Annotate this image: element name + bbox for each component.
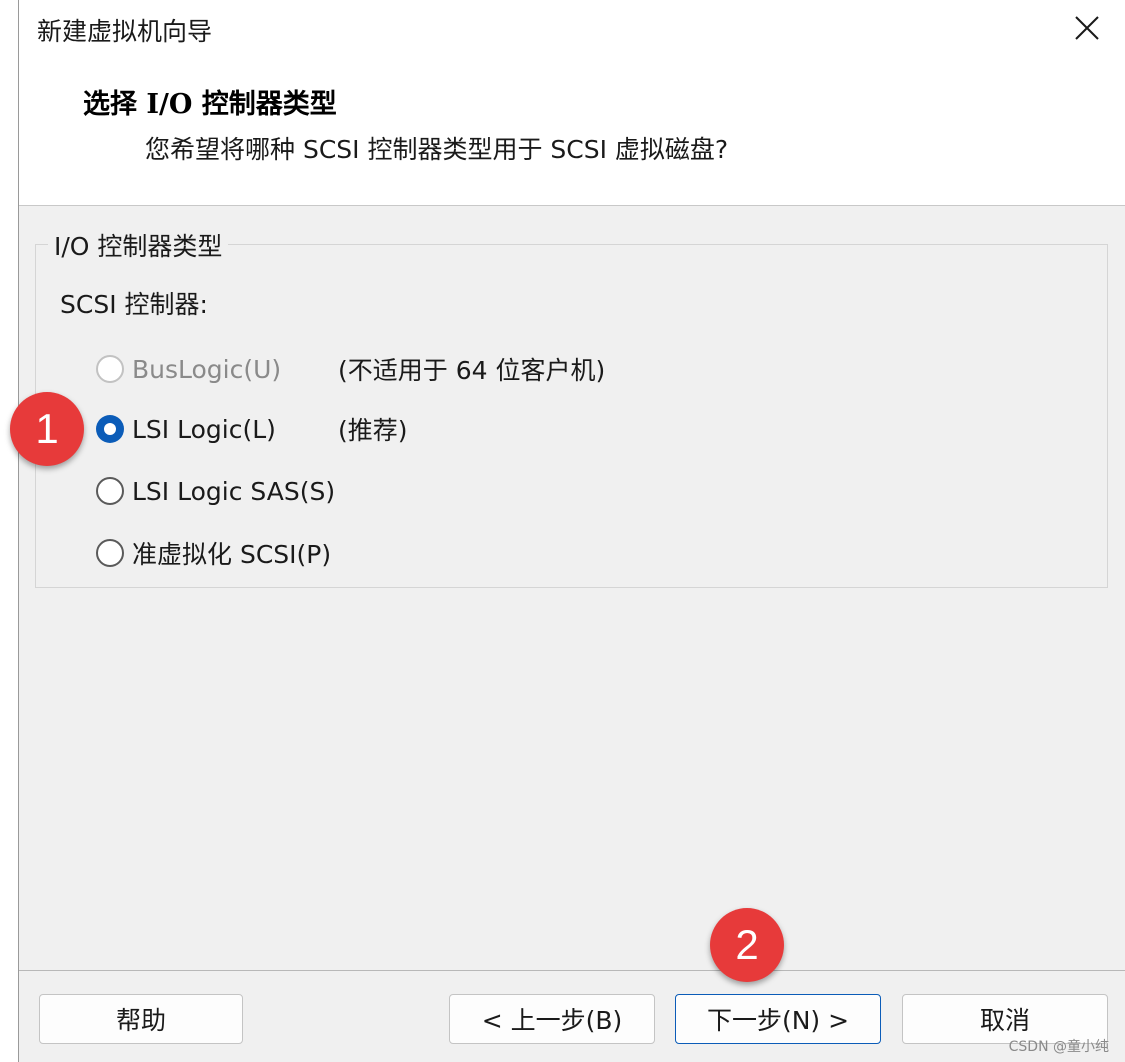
- close-icon: [1075, 16, 1099, 40]
- radio-button-icon: [96, 477, 124, 505]
- scsi-controller-label: SCSI 控制器:: [60, 290, 208, 319]
- footer-divider: [19, 970, 1125, 971]
- radio-paravirtual-scsi[interactable]: 准虚拟化 SCSI(P): [96, 535, 331, 571]
- window-title: 新建虚拟机向导: [37, 17, 213, 46]
- radio-note: (不适用于 64 位客户机): [338, 356, 606, 385]
- radio-lsi-logic[interactable]: LSI Logic(L): [96, 411, 276, 447]
- next-button[interactable]: 下一步(N) >: [675, 994, 881, 1044]
- radio-label: LSI Logic SAS(S): [132, 476, 336, 506]
- page-title: 选择 I/O 控制器类型: [83, 89, 337, 120]
- page-subtitle: 您希望将哪种 SCSI 控制器类型用于 SCSI 虚拟磁盘?: [145, 135, 729, 164]
- radio-label: BusLogic(U): [132, 354, 282, 384]
- step-badge-2: 2: [710, 908, 784, 982]
- help-button[interactable]: 帮助: [39, 994, 243, 1044]
- radio-label: LSI Logic(L): [132, 414, 276, 444]
- wizard-window: 新建虚拟机向导 选择 I/O 控制器类型 您希望将哪种 SCSI 控制器类型用于…: [18, 0, 1125, 1062]
- radio-buslogic: BusLogic(U): [96, 351, 281, 387]
- group-legend: I/O 控制器类型: [48, 227, 229, 263]
- radio-button-icon: [96, 355, 124, 383]
- radio-button-icon: [96, 539, 124, 567]
- radio-lsi-logic-sas[interactable]: LSI Logic SAS(S): [96, 473, 335, 509]
- watermark-text: CSDN @童小纯: [1008, 1039, 1109, 1055]
- close-button[interactable]: [1067, 8, 1107, 48]
- title-bar: 新建虚拟机向导: [19, 0, 1125, 62]
- io-controller-group: I/O 控制器类型 SCSI 控制器: BusLogic(U) (不适用于 64…: [35, 227, 1108, 588]
- radio-note: (推荐): [338, 416, 408, 445]
- wizard-header: 选择 I/O 控制器类型 您希望将哪种 SCSI 控制器类型用于 SCSI 虚拟…: [19, 62, 1125, 206]
- radio-button-checked-icon: [96, 415, 124, 443]
- radio-label: 准虚拟化 SCSI(P): [132, 540, 332, 569]
- back-button[interactable]: < 上一步(B): [449, 994, 655, 1044]
- step-badge-1: 1: [10, 392, 84, 466]
